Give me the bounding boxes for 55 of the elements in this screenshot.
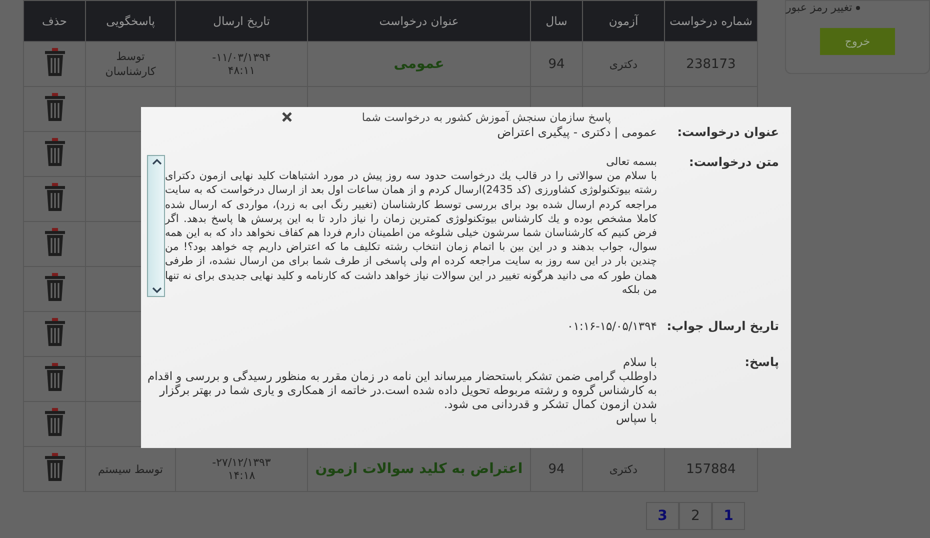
delete-button[interactable] xyxy=(44,272,66,302)
column-header: عنوان درخواست xyxy=(308,0,530,42)
page-button[interactable]: 2 xyxy=(679,502,712,530)
field-label: عنوان درخواست: xyxy=(676,125,780,139)
table-cell: -۲۷/۱۲/۱۳۹۳ ۱۴:۱۸ xyxy=(212,456,271,482)
trash-icon xyxy=(44,137,66,167)
delete-button[interactable] xyxy=(44,137,66,167)
trash-icon xyxy=(44,47,66,77)
request-text: بسمه تعالی با سلام من سوالاتی را در قالب يك درخواست حدود سه روز پیش در مورد اشتباهات کلید نهایی ازمون دکترای رشته بیوتکنولوژی کشاورزی (کد 2435)ارسال کردم و از همان ساعات اول بعد از ارسال درخواست که به سایت مراجعه کردم ارسال شده بود برای بررسی توسط کارشناسان (تغییر رنگ ابی به زرد)، مواردی که ارسال شده کاملا مشخص بوده و يك کارشناس بیوتکنولوژی کمترین زمان را نیاز دارد تا به این پرسش ها پاسخ بدهد. اگر فرض کنیم که کارشناسان شما سرشون خیلی شلوغه من اطمینان دارم فردا هم کفاف نخواهد داد که به این همه سوال، جواب بدهند و در این بین با اتمام زمان انتخاب رشته تکلیف ما که اعتراض داریم چه خواهد بود؟! من چندین بار در این سه روز به سایت مراجعه کرده ام ولی پاسخی از طرف شما برای من ارسال نشده، از طرفی همان طور که می دانید هرگونه تغییر در این سوالات نیاز خواهد داشت که کارنامه و کلید نهایی جدیدی برای نه تنها من بلکه xyxy=(165,155,657,298)
field-value: ۰۱:۱۶-۱۵/۰۵/۱۳۹۴ xyxy=(567,319,657,334)
column-header: شماره درخواست xyxy=(664,0,758,42)
delete-button[interactable] xyxy=(44,92,66,122)
trash-icon xyxy=(44,362,66,392)
table-cell: 94 xyxy=(530,42,582,86)
column-header: پاسخگویی xyxy=(86,0,176,42)
column-header: آزمون xyxy=(582,0,664,42)
column-header: تاریخ ارسال xyxy=(176,0,308,42)
trash-icon xyxy=(44,92,66,122)
delete-button[interactable] xyxy=(44,227,66,257)
trash-icon xyxy=(44,227,66,257)
delete-button[interactable] xyxy=(44,47,66,77)
delete-button[interactable] xyxy=(44,407,66,437)
field-label: متن درخواست: xyxy=(688,155,780,171)
table-cell: توسط کارشناسان xyxy=(105,50,156,78)
delete-button[interactable] xyxy=(44,362,66,392)
table-cell: توسط سیستم xyxy=(98,462,163,476)
logout-button[interactable]: خروج xyxy=(820,28,895,55)
bullet-icon xyxy=(856,6,860,10)
delete-button[interactable] xyxy=(44,317,66,347)
trash-icon xyxy=(44,272,66,302)
table-cell: -۱۱/۰۳/۱۳۹۴ ۴۸:۱۱ xyxy=(212,50,271,76)
menu-link[interactable]: تغییر رمز عبور xyxy=(786,1,852,14)
dialog-title: پاسخ سازمان سنجش آموزش کشور به درخواست شما xyxy=(362,110,611,124)
trash-icon xyxy=(44,182,66,212)
page-button[interactable]: 1 xyxy=(712,502,745,530)
scrollbar[interactable] xyxy=(147,155,165,298)
field-label: پاسخ: xyxy=(744,355,780,372)
table-cell: 157884 xyxy=(664,446,758,492)
field-label: تاریخ ارسال جواب: xyxy=(666,319,780,334)
field-value: عمومی | دکتری - پیگیری اعتراض xyxy=(497,125,657,139)
column-header: حذف xyxy=(24,0,86,42)
column-header: سال xyxy=(530,0,582,42)
trash-icon xyxy=(44,317,66,347)
page-button[interactable]: 3 xyxy=(646,502,679,530)
field-value: با سلام داوطلب گرامی ضمن تشکر باستحضار میرساند این نامه در زمان مقرر به منظور رسیدگی و بررسی و اقدام به کارشناس گروه و رشته مربوطه تحویل داده شده است.در خاتمه از همکاری و یاری شما در بهتر برگزار شدن ازمون کمال تشکر و قدردانی می شود. با سپاس xyxy=(146,355,657,426)
table-cell: 238173 xyxy=(664,42,758,86)
table-cell: دکتری xyxy=(609,462,638,476)
delete-button[interactable] xyxy=(44,452,66,482)
delete-button[interactable] xyxy=(44,182,66,212)
trash-icon xyxy=(44,452,66,482)
request-title-link[interactable]: عمومی xyxy=(394,56,444,72)
table-cell: 94 xyxy=(530,446,582,492)
close-icon[interactable] xyxy=(282,112,292,122)
table-cell: دکتری xyxy=(609,58,638,70)
trash-icon xyxy=(44,407,66,437)
